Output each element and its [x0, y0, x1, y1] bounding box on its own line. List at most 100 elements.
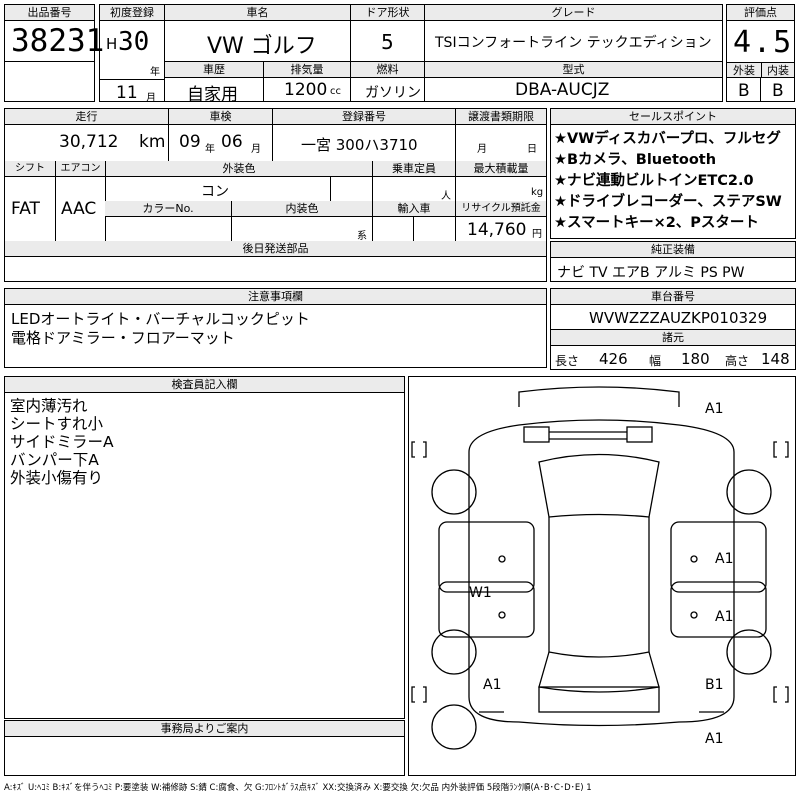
ext-grade: B: [738, 81, 750, 101]
displacement-box: 排気量 1200 cc: [263, 61, 351, 102]
sales-points-label: セールスポイント: [551, 109, 795, 125]
insp-month: 06: [221, 132, 243, 152]
usage-box: 車歴 自家用: [164, 61, 264, 105]
chassis-label: 車台番号: [551, 289, 795, 305]
first-reg-box: 初度登録 H 30 年 11 月: [99, 4, 165, 104]
reg-era: H: [106, 35, 118, 53]
notes-list: LEDオートライト・バーチャルコックピット 電格ドアミラー・フロアーマット: [11, 310, 310, 348]
damage-mark: A1: [715, 609, 734, 625]
capacity-unit: 人: [441, 191, 451, 202]
usage-value: 自家用: [187, 85, 238, 105]
insp-year: 09: [179, 132, 201, 152]
damage-mark: A1: [705, 731, 724, 747]
grade-box: グレード TSIコンフォートライン テックエディション: [424, 4, 723, 62]
inspector-list: 室内薄汚れ シートすれ小 サイドミラーA バンパー下A 外装小傷有り: [10, 397, 114, 487]
sales-point-item: ★ナビ連動ビルトインETC2.0: [554, 173, 754, 189]
sales-points-list: ★VWディスカバープロ、フルセグ ★Bカメラ、Bluetooth ★ナビ連動ビル…: [554, 129, 782, 234]
recycle-value: 14,760: [467, 220, 527, 240]
length-value: 426: [599, 350, 628, 368]
displacement-label: 排気量: [264, 62, 350, 78]
plate-value: 一宮 300ハ3710: [301, 136, 418, 154]
color-label: 外装色: [105, 161, 372, 177]
int-grade: B: [772, 81, 784, 101]
sales-point-item: ★スマートキー×2、Pスタート: [554, 215, 759, 231]
damage-mark: A1: [705, 401, 724, 417]
shift-value: FAT: [11, 199, 40, 219]
int-grade-label: 内装: [761, 62, 794, 78]
width-value: 180: [681, 350, 710, 368]
fuel-box: 燃料 ガソリン: [350, 61, 425, 102]
equipment-box: 純正装備 ナビ TV エアB アルミ PS PW: [550, 241, 796, 282]
equipment-value: ナビ TV エアB アルミ PS PW: [557, 265, 745, 281]
yen-unit: 円: [532, 229, 542, 240]
reg-year: 30: [118, 27, 150, 57]
import-label: 輸入車: [372, 201, 455, 217]
height-label: 高さ: [725, 354, 750, 368]
lot-number-label: 出品番号: [5, 5, 94, 21]
sales-point-item: ★Bカメラ、Bluetooth: [554, 152, 717, 168]
inspector-box: 検査員記入欄 室内薄汚れ シートすれ小 サイドミラーA バンパー下A 外装小傷有…: [4, 376, 405, 719]
ac-value: AAC: [61, 199, 97, 219]
car-diagram: A1 A1 A1 W1 A1 B1 A1: [408, 376, 796, 776]
equipment-label: 純正装備: [551, 242, 795, 258]
inspection-label: 車検: [168, 109, 272, 125]
type-label: 型式: [425, 62, 722, 78]
notes-label: 注意事項欄: [5, 289, 546, 305]
mileage-value: 30,712: [59, 132, 119, 152]
shift-label: シフト: [5, 161, 55, 177]
ac-label: エアコン: [55, 161, 105, 177]
door-box: ドア形状 5: [350, 4, 425, 62]
plate-label: 登録番号: [272, 109, 455, 125]
doc-label: 譲渡書類期限: [455, 109, 546, 125]
color-value: コン: [201, 184, 229, 200]
spec-grid: 走行 車検 登録番号 譲渡書類期限 30,712 km 09 年 06 月 一宮…: [4, 108, 547, 282]
office-box: 事務局よりご案内: [4, 720, 405, 776]
inspector-label: 検査員記入欄: [5, 377, 404, 393]
score-label: 評価点: [727, 5, 794, 21]
note-line: LEDオートライト・バーチャルコックピット: [11, 310, 310, 328]
reg-month: 11: [116, 83, 138, 103]
lot-number-box: 出品番号 38231: [4, 4, 104, 62]
doc-day: 日: [527, 144, 537, 155]
grade-value: TSIコンフォートライン テックエディション: [435, 35, 712, 51]
model-box: 車名 VW ゴルフ: [164, 4, 351, 62]
door-count: 5: [381, 30, 394, 54]
interior-label: 内装色: [231, 201, 372, 217]
colorno-label: カラーNo.: [105, 201, 231, 217]
sales-point-item: ★VWディスカバープロ、フルセグ: [554, 131, 781, 147]
usage-label: 車歴: [165, 62, 263, 78]
load-unit: kg: [531, 187, 544, 198]
score-box: 評価点 4.5 外装 内装 B B: [726, 4, 795, 102]
month-unit: 月: [146, 93, 156, 104]
model-label: 車名: [165, 5, 350, 21]
recycle-label: リサイクル預託金: [455, 201, 546, 217]
car-outline: [411, 386, 789, 750]
sales-point-item: ★ドライブレコーダー、ステアSW: [554, 194, 782, 210]
damage-mark: A1: [483, 677, 502, 693]
km-unit: km: [139, 132, 166, 152]
score-value: 4.5: [733, 25, 794, 60]
chassis-value: WVWZZZAUZKP010329: [589, 309, 768, 327]
note-line: 電格ドアミラー・フロアーマット: [11, 329, 235, 347]
ext-grade-label: 外装: [727, 62, 761, 78]
insp-year-unit: 年: [205, 144, 215, 155]
inspector-line: シートすれ小: [10, 415, 104, 433]
inspector-line: 外装小傷有り: [10, 469, 104, 487]
door-label: ドア形状: [351, 5, 424, 21]
width-label: 幅: [649, 354, 662, 368]
damage-mark: W1: [469, 585, 492, 601]
type-value: DBA-AUCJZ: [515, 80, 610, 100]
damage-mark: A1: [715, 551, 734, 567]
type-box: 型式 DBA-AUCJZ: [424, 61, 723, 102]
interior-unit: 系: [357, 231, 367, 242]
inspector-line: 室内薄汚れ: [10, 397, 88, 415]
first-reg-label: 初度登録: [100, 5, 164, 21]
specs-box: 諸元 長さ 426 幅 180 高さ 148: [550, 329, 796, 370]
damage-mark: B1: [705, 677, 724, 693]
lot-blank-box: [4, 61, 95, 102]
grade-label: グレード: [425, 5, 722, 21]
load-label: 最大積載量: [455, 161, 546, 177]
capacity-label: 乗車定員: [372, 161, 455, 177]
inspector-line: バンパー下A: [10, 451, 99, 469]
insp-month-unit: 月: [251, 144, 261, 155]
